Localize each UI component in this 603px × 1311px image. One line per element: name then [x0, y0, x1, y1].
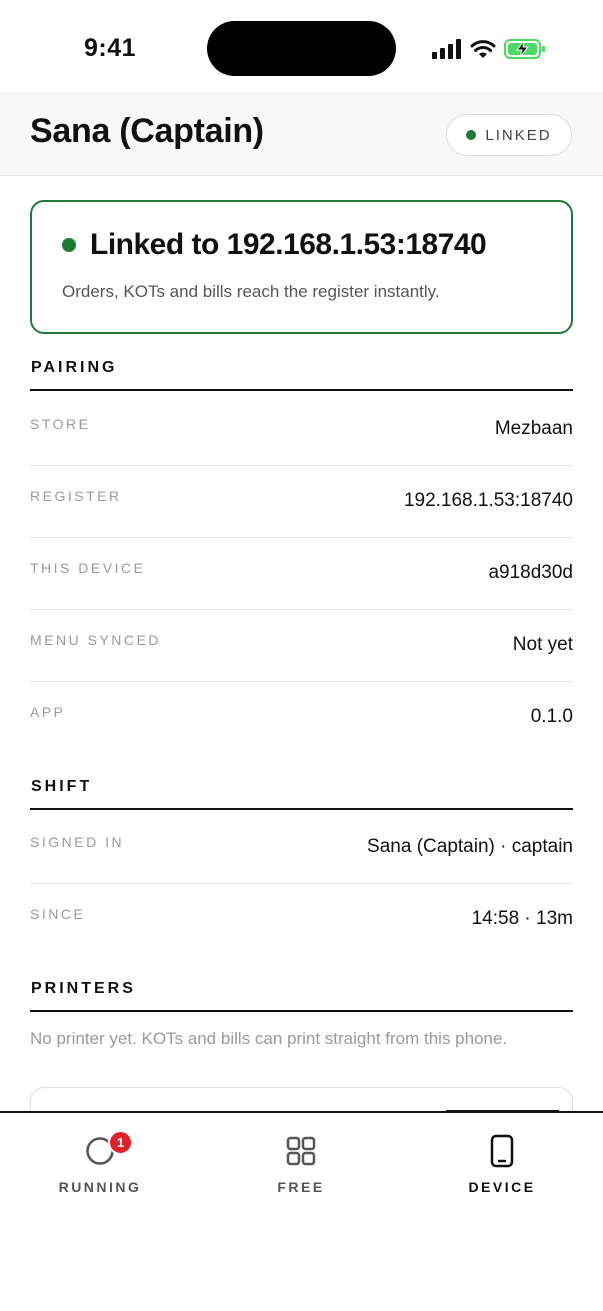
app-header: Sana (Captain) LINKED	[0, 92, 603, 176]
row-value: a918d30d	[488, 562, 573, 583]
status-icons	[432, 36, 546, 62]
info-row-this-device: THIS DEVICE a918d30d	[30, 538, 573, 610]
connection-title: Linked to 192.168.1.53:18740	[90, 228, 487, 261]
info-row-app: APP 0.1.0	[30, 682, 573, 754]
printers-section-header: PRINTERS	[30, 980, 573, 1012]
phone-icon	[482, 1133, 522, 1169]
info-row-store: STORE Mezbaan	[30, 394, 573, 466]
pairing-section-header: PAIRING	[30, 359, 573, 391]
info-row-register: REGISTER 192.168.1.53:18740	[30, 466, 573, 538]
tab-free[interactable]: FREE	[231, 1133, 371, 1203]
section-title: PRINTERS	[31, 980, 136, 997]
row-label: THIS DEVICE	[30, 560, 146, 576]
battery-charging-icon	[504, 39, 545, 59]
row-value: Sana (Captain) · captain	[367, 836, 573, 857]
row-label: MENU SYNCED	[30, 632, 161, 648]
tab-label: FREE	[277, 1179, 325, 1195]
status-dot-icon	[466, 130, 477, 140]
grid-icon	[281, 1133, 321, 1169]
row-value: 0.1.0	[530, 706, 573, 727]
info-row-signed-in: SIGNED IN Sana (Captain) · captain	[30, 812, 573, 884]
active-tab-indicator	[446, 1110, 559, 1113]
row-value: 14:58 · 13m	[471, 908, 573, 929]
connection-subtitle: Orders, KOTs and bills reach the registe…	[62, 282, 440, 301]
row-label: APP	[30, 704, 66, 720]
section-title: SHIFT	[31, 778, 93, 795]
status-dot-icon	[62, 238, 76, 252]
row-value: 192.168.1.53:18740	[403, 490, 573, 511]
row-label: SINCE	[30, 906, 86, 922]
shift-section-header: SHIFT	[30, 778, 573, 810]
row-value: Mezbaan	[494, 418, 573, 439]
tab-device[interactable]: DEVICE	[432, 1133, 572, 1203]
link-status-badge[interactable]: LINKED	[446, 114, 572, 156]
info-row-since: SINCE 14:58 · 13m	[30, 884, 573, 956]
section-title: PAIRING	[31, 359, 118, 376]
page-title: Sana (Captain)	[30, 112, 264, 150]
tab-running[interactable]: 1 RUNNING	[30, 1130, 170, 1203]
wifi-icon	[470, 40, 496, 58]
connection-card: Linked to 192.168.1.53:18740 Orders, KOT…	[30, 200, 573, 334]
row-label: REGISTER	[30, 488, 122, 504]
row-label: STORE	[30, 416, 91, 432]
tab-label: DEVICE	[468, 1179, 536, 1195]
connection-card-header: Linked to 192.168.1.53:18740	[62, 228, 487, 262]
cellular-signal-icon	[432, 39, 461, 59]
status-bar: 9:41	[0, 0, 603, 92]
running-count-badge: 1	[108, 1130, 133, 1155]
tab-label: RUNNING	[58, 1179, 142, 1195]
row-label: SIGNED IN	[30, 834, 125, 850]
tab-bar: 1 RUNNING FREE DEVICE	[0, 1110, 603, 1311]
printers-empty-note: No printer yet. KOTs and bills can print…	[30, 1029, 508, 1048]
dynamic-island	[207, 21, 396, 76]
link-status-text: LINKED	[485, 126, 552, 144]
status-time: 9:41	[84, 34, 137, 62]
row-value: Not yet	[512, 634, 573, 655]
info-row-menu-synced: MENU SYNCED Not yet	[30, 610, 573, 682]
